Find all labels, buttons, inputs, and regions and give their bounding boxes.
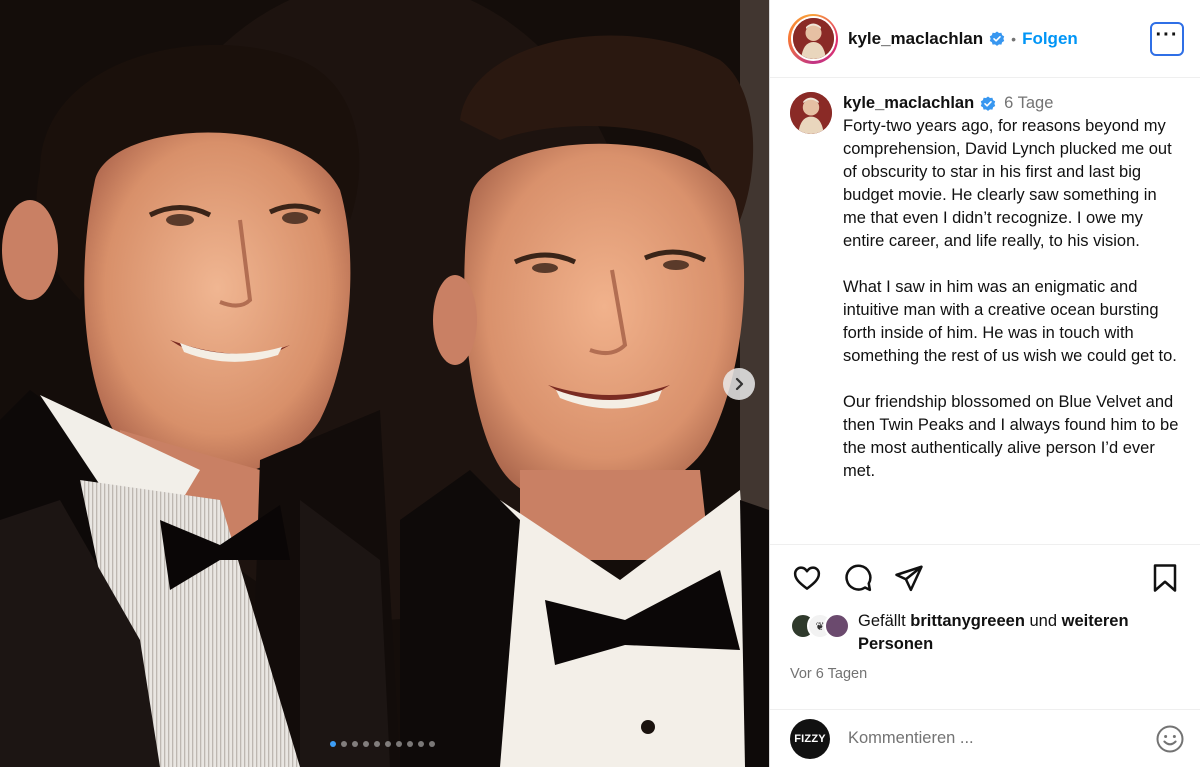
instagram-post-view: kyle_maclachlan • Folgen ··· kyle_maclac… (0, 0, 1200, 767)
carousel-dot (429, 741, 435, 747)
caption-username[interactable]: kyle_maclachlan (843, 92, 974, 115)
more-options-icon: ··· (1155, 23, 1179, 46)
likes-prefix: Gefällt (858, 612, 906, 630)
story-ring-avatar[interactable] (788, 13, 838, 64)
more-options-button[interactable]: ··· (1150, 21, 1184, 56)
carousel-dot (418, 741, 424, 747)
caption-paragraph: What I saw in him was an enigmatic and i… (843, 278, 1177, 365)
heart-icon (793, 565, 821, 590)
avatar (792, 18, 834, 59)
save-button[interactable] (1148, 561, 1182, 595)
carousel-dot (352, 741, 358, 747)
caption-paragraph: Forty-two years ago, for reasons beyond … (843, 117, 1172, 250)
send-icon (895, 565, 923, 591)
like-button[interactable] (790, 561, 824, 595)
comment-bar: FIZZY (770, 709, 1200, 767)
chevron-right-icon (735, 377, 744, 391)
carousel-dot (374, 741, 380, 747)
caption-timestamp[interactable]: 6 Tage (1004, 92, 1053, 115)
liker-username[interactable]: brittanygreeen (910, 612, 1025, 630)
avatar (824, 613, 850, 639)
emoji-icon[interactable] (1155, 724, 1185, 754)
post-timestamp[interactable]: Vor 6 Tagen (770, 656, 1200, 682)
post-photo[interactable] (0, 0, 769, 767)
likes-text: Gefällt brittanygreeen und weiteren Pers… (858, 610, 1182, 656)
carousel-dot (341, 741, 347, 747)
carousel-dot (363, 741, 369, 747)
carousel-dot (396, 741, 402, 747)
carousel-next-button[interactable] (723, 368, 755, 400)
liker-avatars[interactable]: ❦ (790, 613, 858, 639)
comment-button[interactable] (841, 561, 875, 595)
follow-button[interactable]: Folgen (1022, 29, 1078, 49)
carousel-dot (385, 741, 391, 747)
caption-body: kyle_maclachlan 6 Tage Forty-two years a… (843, 92, 1183, 544)
comment-input[interactable] (848, 729, 1118, 748)
comment-icon (845, 563, 872, 591)
verified-badge-icon (980, 96, 996, 111)
caption-avatar[interactable] (790, 92, 832, 134)
current-user-avatar: FIZZY (790, 718, 830, 759)
verified-badge-icon (989, 31, 1005, 46)
caption-section: kyle_maclachlan 6 Tage Forty-two years a… (770, 78, 1200, 544)
photo-scene (0, 0, 769, 767)
header-username[interactable]: kyle_maclachlan (848, 29, 983, 49)
likes-middle: und (1029, 612, 1058, 630)
likes-summary: ❦ Gefällt brittanygreeen und weiteren Pe… (770, 610, 1200, 656)
bookmark-icon (1153, 563, 1177, 592)
header-separator: • (1011, 30, 1017, 47)
carousel-indicator (330, 741, 435, 747)
carousel-dot (330, 741, 336, 747)
carousel-dot (407, 741, 413, 747)
post-header: kyle_maclachlan • Folgen ··· (770, 0, 1200, 78)
share-button[interactable] (892, 561, 926, 595)
post-side-panel: kyle_maclachlan • Folgen ··· kyle_maclac… (769, 0, 1200, 767)
action-bar (770, 544, 1200, 610)
caption-paragraph: Our friendship blossomed on Blue Velvet … (843, 393, 1179, 480)
